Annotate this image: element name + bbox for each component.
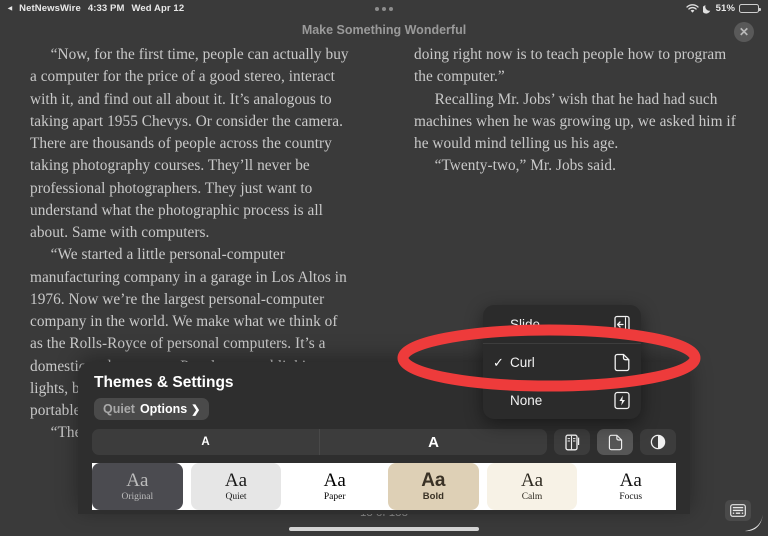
contrast-icon: [650, 434, 666, 450]
status-bar-right: 51%: [686, 3, 761, 14]
moon-icon: [702, 4, 710, 14]
font-size-control[interactable]: A A: [92, 429, 547, 455]
page-curl-corner-icon[interactable]: [742, 510, 764, 532]
check-icon-curl: ✓: [493, 354, 504, 370]
menu-item-none[interactable]: None: [483, 381, 641, 419]
swatch-aa: Aa: [619, 470, 642, 492]
paragraph: doing right now is to teach people how t…: [414, 46, 727, 86]
theme-swatch-calm[interactable]: Aa Calm: [486, 463, 578, 510]
decrease-font-button[interactable]: A: [92, 429, 319, 455]
current-theme-label: Quiet: [103, 402, 135, 416]
chevron-right-icon: ❯: [191, 403, 201, 416]
theme-swatch-original[interactable]: Aa Original: [92, 463, 183, 510]
swatch-name: Bold: [422, 491, 444, 503]
increase-font-button[interactable]: A: [319, 429, 547, 455]
swatch-name: Paper: [323, 491, 346, 502]
back-app-label[interactable]: NetNewsWire: [19, 3, 81, 14]
theme-swatch-bold[interactable]: Aa Bold: [388, 463, 479, 510]
swatch-aa: Aa: [224, 470, 248, 492]
theme-swatch-focus[interactable]: Aa Focus: [585, 463, 676, 510]
swatch-name: Original: [121, 491, 154, 502]
swatch-name: Calm: [521, 491, 543, 502]
swatch-aa: Aa: [323, 470, 346, 492]
dot-1-icon: [375, 6, 379, 11]
menu-item-label: None: [510, 393, 543, 408]
status-bar: ◂ NetNewsWire 4:33 PM Wed Apr 12 51%: [0, 0, 768, 17]
dot-2-icon: [382, 6, 386, 11]
status-date: Wed Apr 12: [131, 3, 185, 14]
status-bar-left: ◂ NetNewsWire 4:33 PM Wed Apr 12: [8, 3, 184, 14]
theme-options-button[interactable]: Quiet Options ❯: [94, 398, 210, 420]
paragraph: Recalling Mr. Jobs’ wish that he had had…: [414, 90, 736, 153]
battery-icon: [739, 3, 761, 14]
page-transition-button[interactable]: [597, 429, 633, 455]
status-time: 4:33 PM: [87, 3, 125, 14]
page-curl-icon: [614, 353, 630, 372]
theme-swatch-paper[interactable]: Aa Paper: [289, 463, 381, 510]
dot-3-icon: [389, 6, 393, 11]
swatch-aa: Aa: [126, 470, 149, 492]
layout-columns-icon: [564, 434, 579, 450]
options-label: Options: [139, 402, 188, 416]
layout-columns-button[interactable]: [554, 429, 590, 455]
no-transition-bolt-icon: [614, 391, 630, 410]
back-triangle-icon[interactable]: ◂: [8, 4, 12, 13]
menu-item-label: Curl: [510, 355, 535, 370]
reader-toolbar: A A: [92, 429, 676, 455]
close-icon[interactable]: ✕: [734, 22, 754, 42]
home-indicator: [289, 527, 479, 531]
theme-swatch-quiet[interactable]: Aa Quiet: [190, 463, 282, 510]
slide-page-icon: [614, 315, 630, 333]
page-curl-icon: [608, 434, 622, 450]
menu-item-label: Slide: [510, 316, 541, 332]
menu-item-curl[interactable]: ✓ Curl: [483, 343, 641, 381]
appearance-contrast-button[interactable]: [640, 429, 676, 455]
battery-percent: 51%: [715, 3, 735, 14]
wifi-icon: [686, 3, 699, 13]
multitask-handle[interactable]: [375, 6, 393, 11]
menu-item-slide[interactable]: Slide: [483, 305, 641, 343]
swatch-name: Quiet: [225, 491, 247, 502]
paragraph: “Now, for the first time, people can act…: [30, 46, 349, 241]
page-transition-menu[interactable]: Slide ✓ Curl None: [483, 305, 641, 419]
book-title-bar: Make Something Wonderful ✕: [0, 20, 768, 46]
paragraph: “Twenty-two,” Mr. Jobs said.: [434, 157, 616, 175]
ipad-books-reader-screen: ◂ NetNewsWire 4:33 PM Wed Apr 12 51% Mak…: [0, 0, 768, 536]
page-title: Make Something Wonderful: [301, 23, 467, 37]
swatch-name: Focus: [619, 491, 643, 502]
swatch-aa: Aa: [421, 469, 446, 491]
swatch-aa: Aa: [520, 470, 544, 492]
theme-swatch-list: Aa Original Aa Quiet Aa Paper Aa Bold Aa…: [92, 463, 676, 510]
